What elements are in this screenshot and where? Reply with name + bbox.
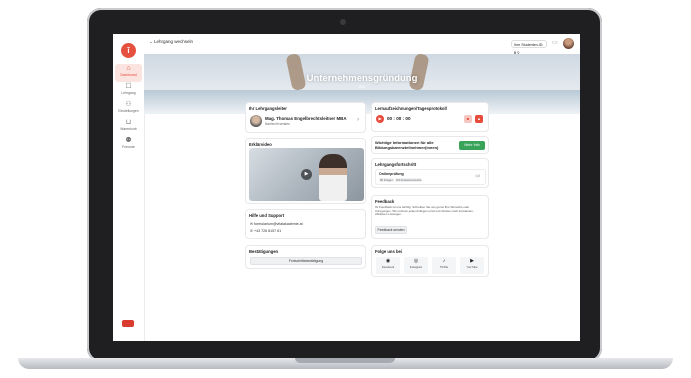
social-youtube[interactable]: ▶ YouTube: [460, 257, 484, 274]
confirmations-title: Bestätigungen: [249, 249, 279, 254]
send-feedback-button[interactable]: Feedback senden: [375, 226, 407, 234]
camera: [340, 19, 346, 25]
progress-confirmation-button[interactable]: Fortschrittsbestätigung: [250, 257, 362, 265]
notification-badge[interactable]: [122, 320, 134, 327]
log-timer: 00 : 00 : 00: [387, 116, 411, 121]
instructor-card: Ihr Lehrgangsleiter Mag. Thomas Engelbre…: [245, 102, 366, 133]
instagram-icon: ◎: [413, 258, 419, 264]
progress-title: Lehrgangsfortschritt: [375, 162, 417, 167]
support-email-text: formularium@vitalakademie.at: [254, 222, 303, 226]
support-phone[interactable]: ✆ +43 726 8157 61: [250, 229, 281, 233]
avatar[interactable]: [563, 38, 574, 49]
page-title: Unternehmensgründung: [306, 73, 418, 84]
progress-item[interactable]: Onlineprüfung 50 Fragen 3/4 Antwortversu…: [375, 169, 486, 185]
sidebar-item-dashboard[interactable]: ⌂ Dashboard: [115, 64, 142, 82]
feedback-text: Ihr Feedback ist uns wichtig. Schreiben …: [375, 205, 474, 217]
cart-icon: ⊔: [125, 119, 132, 126]
progress-tag: 50 Fragen: [379, 178, 394, 182]
youtube-icon: ▶: [470, 258, 474, 264]
facebook-icon: ◉: [385, 258, 391, 264]
app-screen: ī ⌂ Dashboard ☐ Lehrgang ⚇ Einstellungen…: [113, 34, 580, 341]
progress-count: ◷0: [475, 174, 480, 178]
book-icon: ☐: [125, 83, 132, 90]
progress-tag: 3/4 Antwortversuche: [395, 178, 423, 182]
course-progress-card: Lehrgangsfortschritt Onlineprüfung 50 Fr…: [371, 158, 489, 188]
social-facebook[interactable]: ◉ Facebook: [376, 257, 400, 274]
social-label: Facebook: [381, 265, 395, 269]
progress-count-value: 0: [478, 174, 481, 178]
play-icon[interactable]: ▶: [301, 169, 312, 180]
sidebar-item-label: Dashboard: [120, 73, 137, 77]
social-label: YouTube: [466, 265, 478, 269]
confirmations-card: Bestätigungen Fortschrittsbestätigung: [245, 245, 366, 269]
social-tiktok[interactable]: ♪ TikTok: [432, 257, 456, 274]
support-title: Hilfe und Support: [249, 213, 285, 218]
feedback-title: Feedback: [375, 199, 395, 204]
sidebar-item-label: Freunde: [122, 145, 135, 149]
support-card: Hilfe und Support ✉ formularium@vitalaka…: [245, 209, 366, 239]
sidebar: ī ⌂ Dashboard ☐ Lehrgang ⚇ Einstellungen…: [113, 34, 145, 341]
video-person: [319, 154, 347, 201]
tiktok-icon: ♪: [442, 258, 446, 264]
sidebar-item-course[interactable]: ☐ Lehrgang: [115, 82, 142, 100]
student-id-badge: Ihre Studenten-ID: 0 ⚲: [511, 40, 547, 55]
video-title: Erklärvideo: [249, 142, 272, 147]
social-card: Folge uns bei ◉ Facebook ◎ Instagram ♪ T…: [371, 245, 489, 277]
course-switch-label: Lehrgang wechseln: [154, 39, 194, 44]
explainer-video-card: Erklärvideo ▶: [245, 138, 366, 204]
social-title: Folge uns bei: [375, 249, 402, 254]
instructor-name: Mag. Thomas Engelbrechtsleitner MBA: [265, 116, 347, 121]
social-label: Instagram: [409, 265, 423, 269]
friends-icon: ⚉: [125, 137, 132, 144]
sidebar-item-label: Einstellungen: [118, 109, 139, 113]
alert-icon[interactable]: ▲: [475, 115, 483, 123]
chat-icon[interactable]: ▭: [552, 39, 558, 46]
laptop-notch: [295, 358, 395, 363]
support-email[interactable]: ✉ formularium@vitalakademie.at: [250, 222, 303, 226]
chevron-right-icon[interactable]: ›: [357, 117, 359, 123]
course-switch-button[interactable]: ⌄ Lehrgang wechseln: [149, 39, 193, 45]
instructor-title: Ihr Lehrgangsleiter: [249, 106, 287, 111]
learning-log-card: Lernaufzeichnungen/Tagesprotokoll ▶ 00 :…: [371, 102, 489, 132]
progress-item-title: Onlineprüfung: [379, 172, 404, 176]
record-play-icon[interactable]: ▶: [376, 115, 384, 123]
sidebar-item-label: Warenkorb: [120, 127, 137, 131]
brand-logo[interactable]: ī: [121, 43, 136, 58]
home-icon: ⌂: [126, 65, 131, 72]
log-title: Lernaufzeichnungen/Tagesprotokoll: [375, 106, 447, 111]
instructor-message-link[interactable]: Nachricht senden: [265, 122, 290, 126]
social-instagram[interactable]: ◎ Instagram: [404, 257, 428, 274]
feedback-card: Feedback Ihr Feedback ist uns wichtig. S…: [371, 195, 489, 239]
page-subtitle: B.S: [359, 85, 365, 89]
sidebar-item-settings[interactable]: ⚇ Einstellungen: [115, 100, 142, 118]
top-bar: ⌄ Lehrgang wechseln Ihre Studenten-ID: 0…: [144, 34, 580, 55]
video-player[interactable]: ▶: [249, 148, 364, 201]
sidebar-item-label: Lehrgang: [121, 91, 136, 95]
social-label: TikTok: [440, 265, 448, 269]
more-info-button[interactable]: Mehr Info: [459, 141, 485, 150]
stop-icon[interactable]: ■: [464, 115, 472, 123]
support-phone-text: +43 726 8157 61: [254, 229, 282, 233]
info-card: Wichtige Informationen für alle Bildungs…: [371, 136, 489, 154]
users-icon: ⚇: [125, 101, 132, 108]
sidebar-item-cart[interactable]: ⊔ Warenkorb: [115, 118, 142, 136]
sidebar-item-friends[interactable]: ⚉ Freunde: [115, 136, 142, 154]
instructor-avatar: [250, 115, 262, 127]
info-text: Wichtige Informationen für alle Bildungs…: [375, 140, 439, 150]
student-id-label: Ihre Studenten-ID:: [514, 43, 544, 47]
